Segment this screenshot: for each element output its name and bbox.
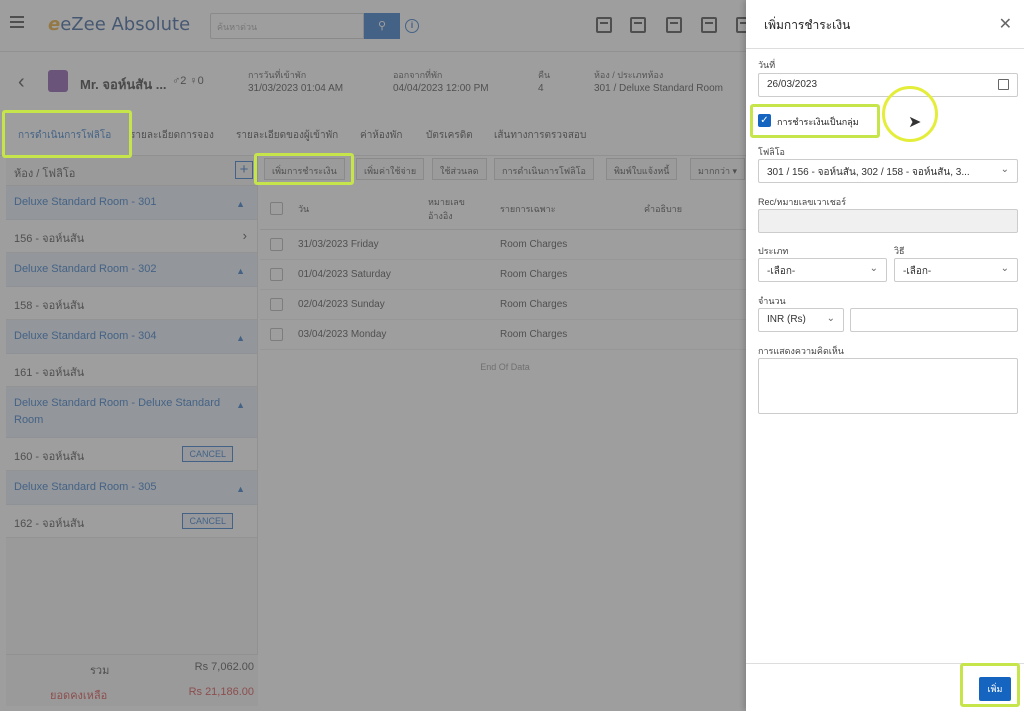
date-value: 26/03/2023 — [767, 79, 818, 90]
date-field[interactable]: 26/03/2023 — [758, 73, 1018, 97]
add-payment-drawer: เพิ่มการชำระเงิน ✕ วันที่ 26/03/2023 ✓ ก… — [746, 0, 1024, 711]
chevron-down-icon: ⌄ — [826, 313, 835, 324]
folio-value: 301 / 156 - จอห์นสัน, 302 / 158 - จอห์นส… — [767, 167, 970, 178]
group-payment-label[interactable]: การชำระเงินเป็นกลุ่ม — [777, 115, 859, 129]
drawer-title: เพิ่มการชำระเงิน — [764, 18, 851, 32]
group-payment-checkbox[interactable]: ✓ — [758, 114, 771, 127]
method-label: วิธี — [894, 246, 905, 256]
comment-label: การแสดงความคิดเห็น — [758, 346, 844, 356]
calendar-icon[interactable] — [998, 79, 1009, 90]
type-select[interactable]: -เลือก- ⌄ — [758, 258, 887, 282]
amount-input[interactable] — [850, 308, 1018, 332]
add-button[interactable]: เพิ่ม — [979, 677, 1011, 701]
comment-textarea[interactable] — [758, 358, 1018, 414]
chevron-down-icon: ⌄ — [1000, 164, 1009, 175]
drawer-divider — [746, 48, 1024, 49]
date-label: วันที่ — [758, 60, 776, 70]
currency-select[interactable]: INR (Rs) ⌄ — [758, 308, 844, 332]
chevron-down-icon: ⌄ — [869, 263, 878, 274]
method-select[interactable]: -เลือก- ⌄ — [894, 258, 1018, 282]
chevron-down-icon: ⌄ — [1000, 263, 1009, 274]
rec-voucher-input — [758, 209, 1018, 233]
folio-label: โฟลิโอ — [758, 147, 785, 157]
modal-backdrop[interactable] — [0, 0, 746, 711]
rec-voucher-label: Rec/หมายเลขเวาเชอร์ — [758, 197, 847, 207]
type-value: -เลือก- — [767, 266, 796, 277]
type-label: ประเภท — [758, 246, 789, 256]
method-value: -เลือก- — [903, 266, 932, 277]
folio-select[interactable]: 301 / 156 - จอห์นสัน, 302 / 158 - จอห์นส… — [758, 159, 1018, 183]
close-icon[interactable]: ✕ — [999, 14, 1012, 34]
drawer-footer-divider — [746, 663, 1024, 664]
amount-label: จำนวน — [758, 296, 786, 306]
currency-value: INR (Rs) — [767, 314, 806, 325]
